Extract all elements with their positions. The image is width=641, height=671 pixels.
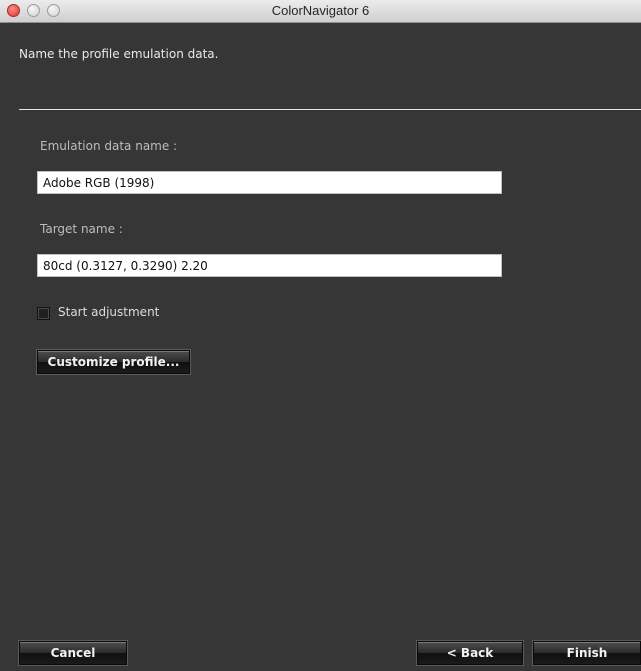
back-button[interactable]: < Back (417, 641, 523, 665)
title-bar[interactable]: ColorNavigator 6 (0, 0, 641, 23)
start-adjustment-label[interactable]: Start adjustment (58, 305, 159, 319)
target-name-label: Target name : (40, 222, 123, 236)
window-title: ColorNavigator 6 (271, 3, 370, 18)
emulation-data-name-input[interactable] (37, 171, 502, 194)
instruction-text: Name the profile emulation data. (19, 47, 219, 61)
start-adjustment-checkbox[interactable] (37, 307, 50, 320)
emulation-data-name-label: Emulation data name : (40, 139, 178, 153)
header-divider (19, 109, 641, 110)
cancel-button[interactable]: Cancel (19, 641, 127, 665)
customize-profile-button[interactable]: Customize profile... (37, 350, 190, 374)
finish-button[interactable]: Finish (533, 641, 641, 665)
colornavigator-window: ColorNavigator 6 Name the profile emulat… (0, 0, 641, 671)
target-name-input[interactable] (37, 254, 502, 277)
